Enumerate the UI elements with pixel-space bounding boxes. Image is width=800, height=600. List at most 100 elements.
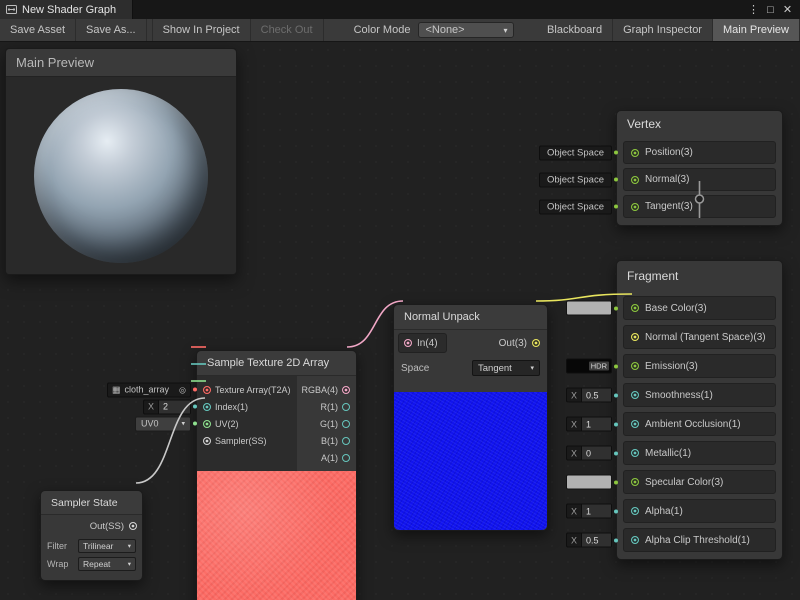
tangent-space-dropdown[interactable]: Object Space	[539, 199, 612, 214]
sampler-out-row[interactable]: Out(SS)	[41, 515, 142, 537]
output-row-a[interactable]: A(1)	[297, 449, 350, 466]
vertex-block[interactable]: Vertex Object Space Position(3) Object S…	[616, 110, 783, 226]
chevron-down-icon: ▾	[503, 26, 507, 35]
main-preview-panel[interactable]: Main Preview	[5, 48, 237, 275]
specular-color-swatch[interactable]	[566, 475, 612, 490]
normal-space-dropdown[interactable]: Object Space	[539, 172, 612, 187]
input-row-index[interactable]: X 2 Index(1)	[203, 398, 297, 415]
save-asset-button[interactable]: Save Asset	[0, 19, 76, 41]
fragment-row-ambient-occlusion[interactable]: X 1 Ambient Occlusion(1)	[623, 412, 776, 436]
ambient-occlusion-port[interactable]	[631, 420, 639, 428]
x-value[interactable]: 1	[581, 505, 611, 518]
normal-unpack-node[interactable]: Normal Unpack In(4) Out(3) Space Tangent…	[393, 304, 548, 531]
graph-inspector-toggle[interactable]: Graph Inspector	[613, 19, 713, 41]
x-value[interactable]: 1	[581, 418, 611, 431]
object-picker-icon[interactable]: ◎	[179, 385, 186, 394]
vertex-row-normal[interactable]: Object Space Normal(3)	[623, 168, 776, 191]
metallic-port[interactable]	[631, 449, 639, 457]
output-row-r[interactable]: R(1)	[297, 398, 350, 415]
wrap-dropdown[interactable]: Repeat ▾	[78, 557, 136, 571]
input-row-uv[interactable]: UV0 ▾ UV(2)	[203, 415, 297, 432]
texture-array-input-port[interactable]	[203, 386, 211, 394]
vertex-row-position[interactable]: Object Space Position(3)	[623, 141, 776, 164]
preview-sphere	[34, 89, 208, 263]
fragment-block[interactable]: Fragment Base Color(3) Normal (Tangent S…	[616, 260, 783, 560]
main-preview-viewport	[6, 77, 236, 274]
vertex-row-tangent[interactable]: Object Space Tangent(3)	[623, 195, 776, 218]
maximize-icon[interactable]: □	[762, 4, 779, 16]
specular-color-port[interactable]	[631, 478, 639, 486]
rgba-output-port[interactable]	[342, 386, 350, 394]
uv-input-port[interactable]	[203, 420, 211, 428]
graph-canvas[interactable]: Main Preview Vertex Object Space Positio…	[0, 42, 800, 600]
normal-space-value: Object Space	[547, 174, 604, 185]
input-row-sampler[interactable]: Sampler(SS)	[203, 432, 297, 449]
smoothness-port[interactable]	[631, 391, 639, 399]
r-output-port[interactable]	[342, 403, 350, 411]
fragment-row-alpha[interactable]: X 1 Alpha(1)	[623, 499, 776, 523]
alpha-clip-port[interactable]	[631, 536, 639, 544]
main-preview-toggle[interactable]: Main Preview	[713, 19, 800, 41]
emission-port[interactable]	[631, 362, 639, 370]
filter-dropdown[interactable]: Trilinear ▾	[78, 539, 136, 553]
ao-float-field[interactable]: X 1	[566, 417, 612, 432]
chip-port-dot	[193, 388, 197, 392]
out-port[interactable]	[532, 339, 540, 347]
position-input-port[interactable]	[631, 149, 639, 157]
menu-kebab-icon[interactable]: ⋮	[745, 3, 762, 16]
base-color-swatch[interactable]	[566, 301, 612, 316]
fragment-row-base-color[interactable]: Base Color(3)	[623, 296, 776, 320]
index-input-port[interactable]	[203, 403, 211, 411]
color-mode-dropdown[interactable]: <None> ▾	[418, 22, 514, 38]
output-row-g[interactable]: G(1)	[297, 415, 350, 432]
output-row-rgba[interactable]: RGBA(4)	[297, 381, 350, 398]
document-tab[interactable]: New Shader Graph	[0, 0, 133, 19]
sampler-state-node[interactable]: Sampler State Out(SS) Filter Trilinear ▾…	[40, 490, 143, 581]
fragment-row-emission[interactable]: HDR Emission(3)	[623, 354, 776, 378]
fragment-row-metallic[interactable]: X 0 Metallic(1)	[623, 441, 776, 465]
save-as-button[interactable]: Save As...	[76, 19, 147, 41]
space-dropdown[interactable]: Tangent ▾	[472, 360, 540, 376]
input-row-texture-array[interactable]: ▦ cloth_array ◎ Texture Array(T2A)	[203, 381, 297, 398]
output-row-b[interactable]: B(1)	[297, 432, 350, 449]
x-value[interactable]: 0.5	[581, 389, 611, 402]
chevron-down-icon: ▾	[181, 420, 185, 428]
x-value[interactable]: 0	[581, 447, 611, 460]
alpha-float-field[interactable]: X 1	[566, 504, 612, 519]
x-label: X	[567, 506, 581, 516]
blackboard-toggle[interactable]: Blackboard	[537, 19, 613, 41]
out-slot[interactable]: Out(3)	[499, 338, 540, 349]
g-output-port[interactable]	[342, 420, 350, 428]
b-output-port[interactable]	[342, 437, 350, 445]
texture-array-object-field[interactable]: ▦ cloth_array ◎	[107, 382, 191, 397]
fragment-row-specular-color[interactable]: Specular Color(3)	[623, 470, 776, 494]
fragment-row-alpha-clip[interactable]: X 0.5 Alpha Clip Threshold(1)	[623, 528, 776, 552]
in-slot[interactable]: In(4)	[398, 333, 447, 353]
emission-hdr-swatch[interactable]: HDR	[566, 359, 612, 374]
metallic-float-field[interactable]: X 0	[566, 446, 612, 461]
base-color-port[interactable]	[631, 304, 639, 312]
in-port[interactable]	[404, 339, 412, 347]
sampler-out-port[interactable]	[129, 522, 137, 530]
index-float-field[interactable]: X 2	[143, 399, 191, 414]
normal-tangent-port[interactable]	[631, 333, 639, 341]
sampler-input-port[interactable]	[203, 437, 211, 445]
main-preview-title[interactable]: Main Preview	[6, 49, 236, 77]
position-space-dropdown[interactable]: Object Space	[539, 145, 612, 160]
fragment-row-normal[interactable]: Normal (Tangent Space)(3)	[623, 325, 776, 349]
sample-texture-2d-array-node[interactable]: Sample Texture 2D Array ▦ cloth_array ◎ …	[196, 350, 357, 600]
tangent-input-port[interactable]	[631, 203, 639, 211]
smoothness-float-field[interactable]: X 0.5	[566, 388, 612, 403]
close-icon[interactable]: ✕	[779, 3, 796, 16]
alpha-clip-float-field[interactable]: X 0.5	[566, 533, 612, 548]
alpha-port[interactable]	[631, 507, 639, 515]
chip-port-dot	[193, 405, 197, 409]
x-value[interactable]: 0.5	[581, 534, 611, 547]
fragment-row-smoothness[interactable]: X 0.5 Smoothness(1)	[623, 383, 776, 407]
uv-channel-dropdown[interactable]: UV0 ▾	[135, 416, 191, 431]
a-output-port[interactable]	[342, 454, 350, 462]
show-in-project-button[interactable]: Show In Project	[153, 19, 251, 41]
normal-unpack-ports-row: In(4) Out(3)	[394, 330, 547, 356]
normal-input-port[interactable]	[631, 176, 639, 184]
x-value[interactable]: 2	[158, 400, 190, 413]
